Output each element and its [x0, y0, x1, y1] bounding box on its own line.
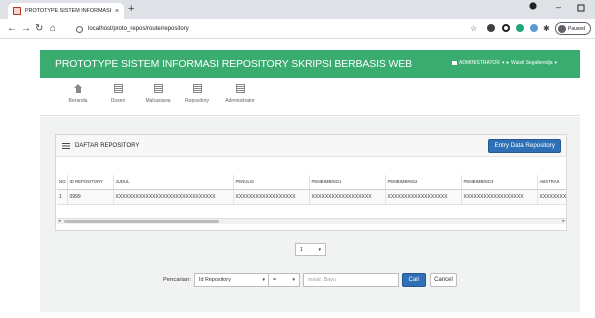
chevron-down-icon: ▾ [554, 60, 558, 66]
nav-label: Administrator [225, 98, 255, 104]
column-header[interactable]: PEMBIMBING3 [460, 175, 537, 190]
list-icon [235, 84, 245, 93]
nav-label: Dosen [110, 98, 126, 104]
table-cell: XXXXXXXXXXXXXXXXXX [232, 189, 309, 205]
app-title: PROTOTYPE SISTEM INFORMASI REPOSITORY SK… [55, 58, 412, 70]
nav-label: Beranda [68, 98, 88, 104]
horizontal-scrollbar[interactable]: ◂ ▸ [57, 218, 566, 224]
url-field[interactable]: localhost/proto_repos/route/repository [76, 22, 464, 36]
table-cell: XXXXXXXXX [536, 189, 566, 205]
back-icon[interactable]: ← [7, 23, 17, 34]
repository-panel: DAFTAR REPOSITORY Entry Data Repository … [55, 134, 567, 231]
home-icon [73, 84, 83, 93]
extensions-puzzle-icon[interactable]: ✱ [543, 23, 550, 34]
briefcase-icon [452, 61, 457, 65]
avatar [558, 24, 566, 33]
page-select[interactable]: 1 ▾ [295, 243, 326, 256]
search-field-select-value: Id Repository [199, 277, 231, 283]
nav-item-repository[interactable]: Repository [177, 84, 217, 104]
chevron-down-icon: ▾ [292, 277, 295, 283]
table-cell: 0999 [66, 189, 113, 205]
forward-icon[interactable]: → [21, 23, 31, 34]
list-icon [192, 84, 202, 93]
scroll-right-icon[interactable]: ▸ [562, 219, 565, 224]
search-input[interactable] [303, 273, 399, 287]
new-tab-button[interactable]: + [128, 3, 134, 15]
chevron-down-icon: ▾ [501, 60, 505, 66]
favicon-icon [13, 7, 21, 15]
admin-menu[interactable]: ADMINISTRATOR ▾ [452, 60, 504, 66]
address-bar: ← → ↻ ⌂ localhost/proto_repos/route/repo… [0, 19, 595, 39]
extension-icon[interactable] [487, 24, 495, 32]
browser-tab-bar: PROTOTYPE SISTEM INFORMASI × + – [0, 0, 595, 19]
nav-item-mahasiswa[interactable]: Mahasiswa [138, 84, 178, 104]
chevron-down-icon: ▾ [318, 246, 321, 253]
nav-label: Repository [185, 98, 209, 104]
list-icon [62, 143, 70, 149]
user-icon: ● [506, 60, 510, 66]
nav-label: Mahasiswa [145, 98, 171, 104]
browser-tab-title: PROTOTYPE SISTEM INFORMASI [25, 8, 112, 14]
repository-table: NO. ID REPOSITORY JUDUL PENULIS PEMBIMBI… [57, 175, 566, 205]
user-menu[interactable]: ● Waisil Segaferedja ▾ [506, 60, 557, 66]
browser-tab[interactable]: PROTOTYPE SISTEM INFORMASI × [8, 3, 124, 19]
close-tab-icon[interactable]: × [115, 8, 119, 15]
search-button[interactable]: Cari [402, 273, 426, 287]
profile-status: Paused [568, 25, 585, 32]
search-label: Pencarian: [163, 277, 191, 283]
entry-data-repository-button[interactable]: Entry Data Repository [488, 139, 561, 153]
column-header[interactable]: PENULIS [232, 175, 309, 190]
chrome-menu-icon[interactable] [528, 0, 538, 10]
table-header-row: NO. ID REPOSITORY JUDUL PENULIS PEMBIMBI… [57, 175, 566, 190]
table-cell: 1 [57, 189, 67, 205]
nav-item-dosen[interactable]: Dosen [98, 84, 138, 104]
table-row[interactable]: 1 0999 XXXXXXXXXXXXXXXXXXXXXXXXXXXXXX XX… [57, 189, 566, 205]
table-cell: XXXXXXXXXXXXXXXXXXXXXXXXXXXXXX [112, 189, 233, 205]
main-nav: Beranda Dosen Mahasiswa Repository Admin… [40, 78, 580, 116]
user-menu-label: Waisil Segaferedja [511, 60, 553, 66]
reload-icon[interactable]: ↻ [35, 23, 43, 34]
column-header[interactable]: PEMBIMBING1 [308, 175, 385, 190]
nav-item-beranda[interactable]: Beranda [58, 84, 98, 104]
table-cell: XXXXXXXXXXXXXXXXXX [308, 189, 385, 205]
nav-item-administrator[interactable]: Administrator [220, 84, 260, 104]
column-header[interactable]: PEMBIMBING2 [384, 175, 461, 190]
profile-button[interactable]: Paused [555, 22, 591, 35]
home-browser-icon[interactable]: ⌂ [50, 23, 56, 34]
panel-title: DAFTAR REPOSITORY [75, 143, 140, 149]
column-header[interactable]: JUDUL [112, 175, 233, 190]
list-icon [153, 84, 163, 93]
table-cell: XXXXXXXXXXXXXXXXXX [384, 189, 461, 205]
list-icon [113, 84, 123, 93]
cancel-button[interactable]: Cancel [430, 273, 457, 287]
app-header: PROTOTYPE SISTEM INFORMASI REPOSITORY SK… [40, 50, 580, 78]
search-field-select[interactable]: Id Repository ▾ [194, 273, 270, 287]
search-operator-select-value: = [273, 277, 277, 283]
column-header[interactable]: ID REPOSITORY [66, 175, 113, 190]
column-header[interactable]: NO. [57, 175, 67, 190]
column-header[interactable]: ABSTRAK [536, 175, 566, 190]
bookmark-star-icon[interactable]: ☆ [470, 23, 477, 34]
extension-icon[interactable] [516, 24, 524, 32]
extension-icon[interactable] [502, 24, 510, 32]
admin-menu-label: ADMINISTRATOR [459, 60, 500, 66]
page-select-value: 1 [300, 246, 303, 253]
url-text: localhost/proto_repos/route/repository [88, 26, 189, 32]
scrollbar-thumb[interactable] [64, 220, 219, 223]
chevron-down-icon: ▾ [262, 277, 265, 283]
table-cell: XXXXXXXXXXXXXXXXXX [460, 189, 537, 205]
maximize-icon[interactable] [577, 2, 585, 16]
panel-header: DAFTAR REPOSITORY Entry Data Repository [56, 135, 566, 157]
search-operator-select[interactable]: = ▾ [268, 273, 300, 287]
extension-icon[interactable] [530, 24, 538, 32]
scroll-left-icon[interactable]: ◂ [58, 219, 61, 224]
repository-table-wrapper: NO. ID REPOSITORY JUDUL PENULIS PEMBIMBI… [57, 175, 566, 221]
minimize-icon[interactable]: – [556, 2, 561, 12]
site-info-icon[interactable] [76, 25, 83, 33]
